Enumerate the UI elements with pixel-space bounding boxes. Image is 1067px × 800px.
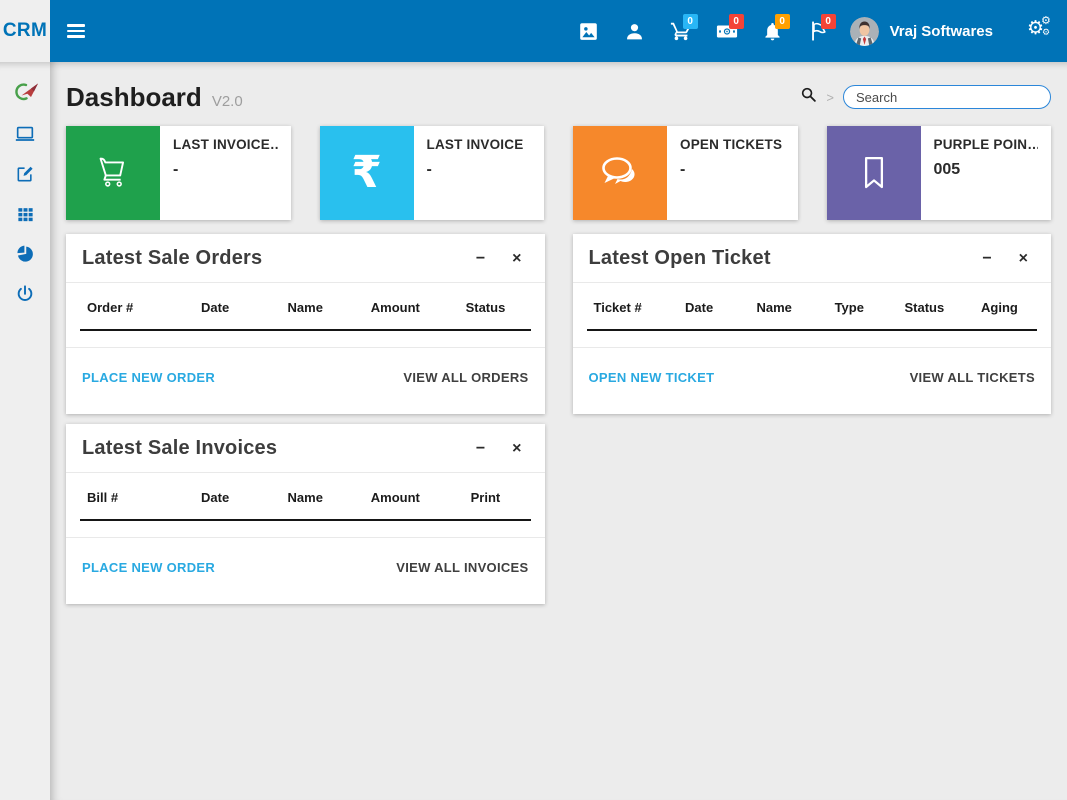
search-input[interactable] xyxy=(843,85,1051,109)
search-icon[interactable] xyxy=(800,86,817,108)
view-all-tickets-link[interactable]: VIEW ALL TICKETS xyxy=(910,370,1035,385)
column-header: Name xyxy=(737,283,812,330)
close-icon[interactable]: × xyxy=(512,251,521,267)
panels-grid: Latest Sale Orders − × Order # Date Name… xyxy=(66,234,1051,604)
cash-badge: 0 xyxy=(729,14,744,29)
user-name[interactable]: Vraj Softwares xyxy=(890,23,993,40)
shopping-cart-icon xyxy=(66,126,160,220)
column-header: Status xyxy=(440,283,530,330)
column-header: Ticket # xyxy=(587,283,662,330)
company-logo[interactable] xyxy=(0,70,50,114)
minimize-icon[interactable]: − xyxy=(476,251,485,267)
flag-badge: 0 xyxy=(821,14,836,29)
place-new-order-link[interactable]: PLACE NEW ORDER xyxy=(82,560,215,575)
stat-card-title: LAST INVOICE xyxy=(427,137,532,152)
stat-card-value: - xyxy=(680,161,785,179)
column-header: Name xyxy=(260,473,350,520)
open-new-ticket-link[interactable]: OPEN NEW TICKET xyxy=(589,370,715,385)
view-all-invoices-link[interactable]: VIEW ALL INVOICES xyxy=(396,560,528,575)
sidebar-item-grid-icon[interactable] xyxy=(0,194,50,234)
user-icon[interactable] xyxy=(624,20,646,42)
stat-card-purple-points[interactable]: PURPLE POIN… 005 xyxy=(827,126,1052,220)
topbar: CRM 0 0 0 0 xyxy=(0,0,1067,62)
column-header: Name xyxy=(260,283,350,330)
place-new-order-link[interactable]: PLACE NEW ORDER xyxy=(82,370,215,385)
gear-icon: ⚙ xyxy=(1042,28,1050,37)
panel-latest-sale-invoices: Latest Sale Invoices − × Bill # Date Nam… xyxy=(66,424,545,604)
gear-icon: ⚙ xyxy=(1041,16,1051,27)
bookmark-icon xyxy=(827,126,921,220)
user-avatar[interactable] xyxy=(850,17,879,46)
bell-badge: 0 xyxy=(775,14,790,29)
panel-title: Latest Sale Orders xyxy=(82,247,262,270)
rupee-icon: ₹ xyxy=(320,126,414,220)
stat-card-title: LAST INVOICE… xyxy=(173,137,278,152)
column-header: Bill # xyxy=(80,473,170,520)
page-header: Dashboard V2.0 > xyxy=(66,80,1051,114)
stat-card-last-invoice[interactable]: ₹ LAST INVOICE - xyxy=(320,126,545,220)
settings-gears-icon[interactable]: ⚙ ⚙ ⚙ xyxy=(1027,18,1053,44)
cart-icon[interactable]: 0 xyxy=(670,20,692,42)
column-header: Amount xyxy=(350,473,440,520)
column-header: Date xyxy=(662,283,737,330)
panel-latest-sale-orders: Latest Sale Orders − × Order # Date Name… xyxy=(66,234,545,414)
flag-icon[interactable]: 0 xyxy=(808,20,830,42)
main-content: Dashboard V2.0 > LAST INVOICE… - ₹ xyxy=(50,62,1067,800)
column-header: Type xyxy=(812,283,887,330)
stat-cards-row: LAST INVOICE… - ₹ LAST INVOICE - OPEN TI… xyxy=(66,126,1051,220)
invoices-table: Bill # Date Name Amount Print xyxy=(80,473,531,521)
panel-title: Latest Open Ticket xyxy=(589,247,771,270)
view-all-orders-link[interactable]: VIEW ALL ORDERS xyxy=(403,370,528,385)
cash-icon[interactable]: 0 xyxy=(716,20,738,42)
stat-card-title: PURPLE POIN… xyxy=(934,137,1039,152)
tickets-table: Ticket # Date Name Type Status Aging xyxy=(587,283,1038,331)
minimize-icon[interactable]: − xyxy=(476,441,485,457)
sidebar-item-laptop-icon[interactable] xyxy=(0,114,50,154)
page-version: V2.0 xyxy=(212,93,243,110)
stat-card-last-invoice-amount[interactable]: LAST INVOICE… - xyxy=(66,126,291,220)
cart-badge: 0 xyxy=(683,14,698,29)
panel-title: Latest Sale Invoices xyxy=(82,437,277,460)
sidebar-item-pie-chart-icon[interactable] xyxy=(0,234,50,274)
sidebar xyxy=(0,62,50,800)
column-header: Amount xyxy=(350,283,440,330)
column-header: Status xyxy=(887,283,962,330)
column-header: Print xyxy=(440,473,530,520)
hamburger-menu-icon[interactable] xyxy=(67,24,85,38)
close-icon[interactable]: × xyxy=(512,441,521,457)
chevron-right-icon: > xyxy=(826,90,834,105)
orders-table: Order # Date Name Amount Status xyxy=(80,283,531,331)
column-header: Date xyxy=(170,473,260,520)
sidebar-item-edit-icon[interactable] xyxy=(0,154,50,194)
brand-logo[interactable]: CRM xyxy=(0,0,50,62)
column-header: Aging xyxy=(962,283,1037,330)
close-icon[interactable]: × xyxy=(1019,251,1028,267)
bell-icon[interactable]: 0 xyxy=(762,20,784,42)
page-title: Dashboard xyxy=(66,82,202,113)
minimize-icon[interactable]: − xyxy=(982,251,991,267)
column-header: Order # xyxy=(80,283,170,330)
topbar-icon-group: 0 0 0 0 xyxy=(578,20,830,42)
stat-card-open-tickets[interactable]: OPEN TICKETS - xyxy=(573,126,798,220)
stat-card-value: - xyxy=(173,161,278,179)
search-bar: > xyxy=(800,85,1051,109)
panel-latest-open-ticket: Latest Open Ticket − × Ticket # Date Nam… xyxy=(573,234,1052,414)
chat-bubbles-icon xyxy=(573,126,667,220)
column-header: Date xyxy=(170,283,260,330)
sidebar-item-power-icon[interactable] xyxy=(0,274,50,314)
stat-card-value: - xyxy=(427,161,532,179)
stat-card-title: OPEN TICKETS xyxy=(680,137,785,152)
gallery-icon[interactable] xyxy=(578,20,600,42)
stat-card-value: 005 xyxy=(934,161,1039,179)
